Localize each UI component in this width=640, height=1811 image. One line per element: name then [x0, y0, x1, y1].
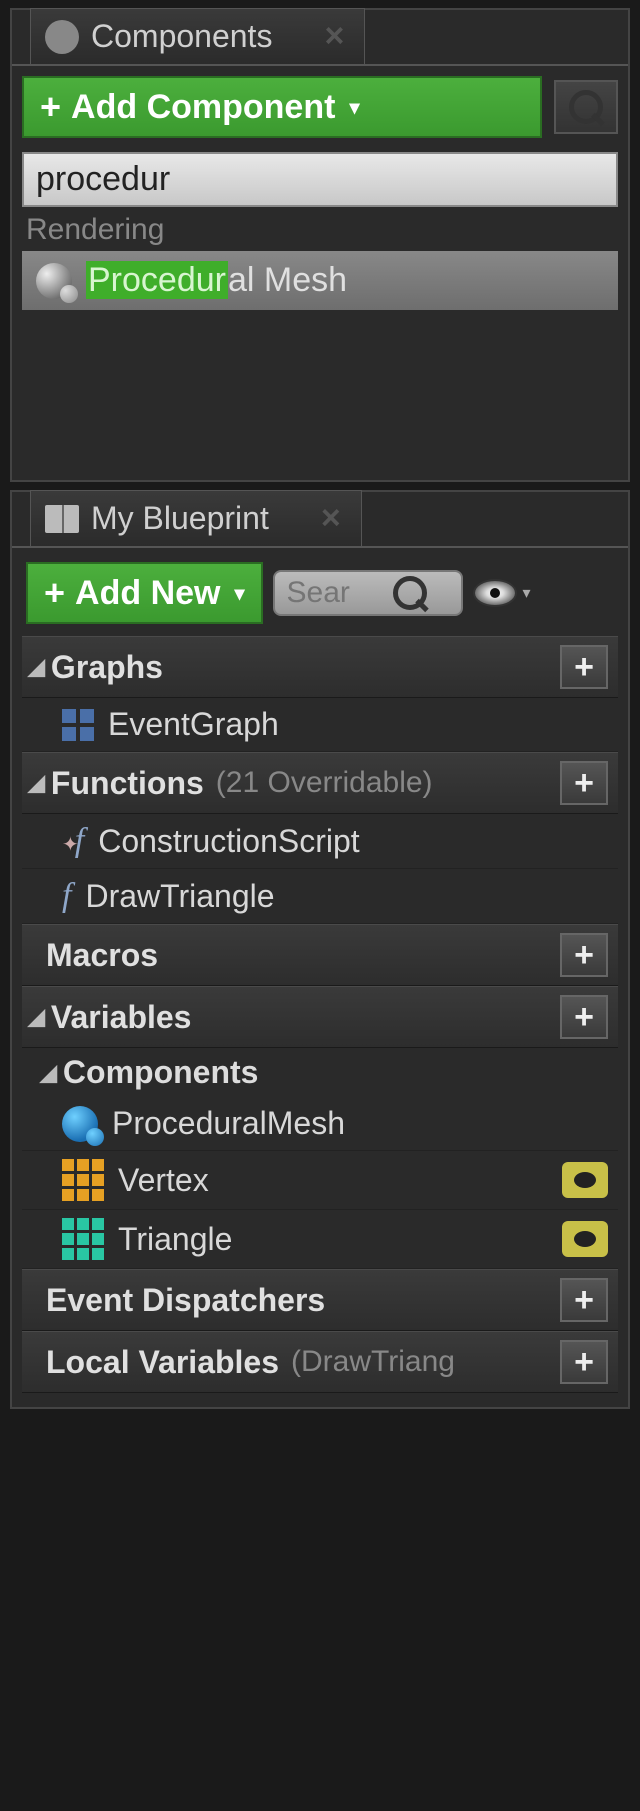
- graph-icon: [62, 709, 94, 741]
- plus-icon: +: [44, 572, 65, 614]
- tree-item-proceduralmesh[interactable]: ProceduralMesh: [22, 1097, 618, 1151]
- subsection-components[interactable]: ◢ Components: [22, 1048, 618, 1097]
- result-rest: al Mesh: [228, 261, 347, 299]
- section-graphs[interactable]: ◢Graphs +: [22, 636, 618, 698]
- components-tab[interactable]: Components ×: [30, 8, 365, 64]
- mesh-icon: [36, 263, 72, 299]
- tree-item-triangle[interactable]: Triangle: [22, 1210, 618, 1269]
- result-text: Procedural Mesh: [86, 261, 347, 300]
- search-toggle-button[interactable]: [554, 80, 618, 134]
- chevron-down-icon: ▾: [349, 95, 359, 120]
- proceduralmesh-label: ProceduralMesh: [112, 1105, 345, 1142]
- visibility-toggle[interactable]: [562, 1162, 608, 1198]
- blueprint-body: + Add New ▾ ▾ ◢Graphs + EventGraph ◢Func…: [12, 546, 628, 1407]
- macros-label: Macros: [46, 937, 158, 974]
- add-macro-button[interactable]: +: [560, 933, 608, 977]
- expand-icon: ◢: [28, 654, 45, 680]
- section-variables[interactable]: ◢Variables +: [22, 986, 618, 1048]
- section-macros[interactable]: Macros +: [22, 924, 618, 986]
- search-icon: [569, 90, 603, 124]
- expand-icon: ◢: [28, 770, 45, 796]
- close-icon[interactable]: ×: [321, 499, 341, 538]
- vertex-label: Vertex: [118, 1162, 209, 1199]
- chevron-down-icon: ▾: [234, 581, 244, 606]
- close-icon[interactable]: ×: [324, 17, 344, 56]
- blueprint-tab-label: My Blueprint: [91, 500, 269, 537]
- expand-icon: ◢: [28, 1004, 45, 1030]
- visibility-toggle[interactable]: [562, 1221, 608, 1257]
- components-panel: Components × + Add Component ▾ Rendering…: [10, 8, 630, 482]
- components-body: + Add Component ▾ Rendering Procedural M…: [12, 64, 628, 324]
- category-label: Rendering: [22, 207, 618, 251]
- section-event-dispatchers[interactable]: Event Dispatchers +: [22, 1269, 618, 1331]
- eye-icon: [473, 579, 517, 607]
- expand-icon: ◢: [40, 1060, 57, 1086]
- functions-label: Functions: [51, 765, 204, 802]
- result-highlight: Procedur: [86, 261, 228, 299]
- search-result[interactable]: Procedural Mesh: [22, 251, 618, 310]
- chevron-down-icon: ▾: [523, 583, 531, 603]
- add-new-button[interactable]: + Add New ▾: [26, 562, 263, 624]
- variables-label: Variables: [51, 999, 192, 1036]
- blueprint-search-input[interactable]: [287, 576, 387, 610]
- component-mesh-icon: [62, 1106, 98, 1142]
- functions-hint: (21 Overridable): [216, 766, 433, 800]
- local-vars-hint: (DrawTriang: [291, 1345, 455, 1379]
- blueprint-search[interactable]: [273, 570, 463, 616]
- add-component-button[interactable]: + Add Component ▾: [22, 76, 542, 138]
- search-icon: [393, 576, 427, 610]
- function-override-icon: ✦f: [62, 822, 84, 860]
- drawtriangle-label: DrawTriangle: [85, 878, 274, 915]
- array-int-icon: [62, 1218, 104, 1260]
- event-dispatchers-label: Event Dispatchers: [46, 1282, 325, 1319]
- triangle-label: Triangle: [118, 1221, 232, 1258]
- view-options-button[interactable]: ▾: [473, 579, 531, 607]
- gear-icon: [45, 20, 79, 54]
- add-new-label: Add New: [75, 574, 220, 613]
- components-sub-label: Components: [63, 1054, 259, 1091]
- add-component-label: Add Component: [71, 88, 335, 127]
- add-function-button[interactable]: +: [560, 761, 608, 805]
- plus-icon: +: [40, 86, 61, 128]
- blueprint-tab[interactable]: My Blueprint ×: [30, 490, 362, 546]
- section-local-variables[interactable]: Local Variables (DrawTriang +: [22, 1331, 618, 1393]
- book-icon: [45, 505, 79, 533]
- add-variable-button[interactable]: +: [560, 995, 608, 1039]
- function-icon: f: [62, 877, 71, 915]
- tree-item-vertex[interactable]: Vertex: [22, 1151, 618, 1210]
- add-local-var-button[interactable]: +: [560, 1340, 608, 1384]
- tree-item-drawtriangle[interactable]: f DrawTriangle: [22, 869, 618, 924]
- tree-item-constructionscript[interactable]: ✦f ConstructionScript: [22, 814, 618, 869]
- constructionscript-label: ConstructionScript: [98, 823, 359, 860]
- components-tab-label: Components: [91, 18, 272, 55]
- local-variables-label: Local Variables: [46, 1344, 279, 1381]
- add-graph-button[interactable]: +: [560, 645, 608, 689]
- section-functions[interactable]: ◢Functions (21 Overridable) +: [22, 752, 618, 814]
- eventgraph-label: EventGraph: [108, 706, 279, 743]
- add-dispatcher-button[interactable]: +: [560, 1278, 608, 1322]
- tree-item-eventgraph[interactable]: EventGraph: [22, 698, 618, 752]
- graphs-label: Graphs: [51, 649, 163, 686]
- component-search-input[interactable]: [22, 152, 618, 207]
- my-blueprint-panel: My Blueprint × + Add New ▾ ▾ ◢Graphs +: [10, 490, 630, 1409]
- array-struct-icon: [62, 1159, 104, 1201]
